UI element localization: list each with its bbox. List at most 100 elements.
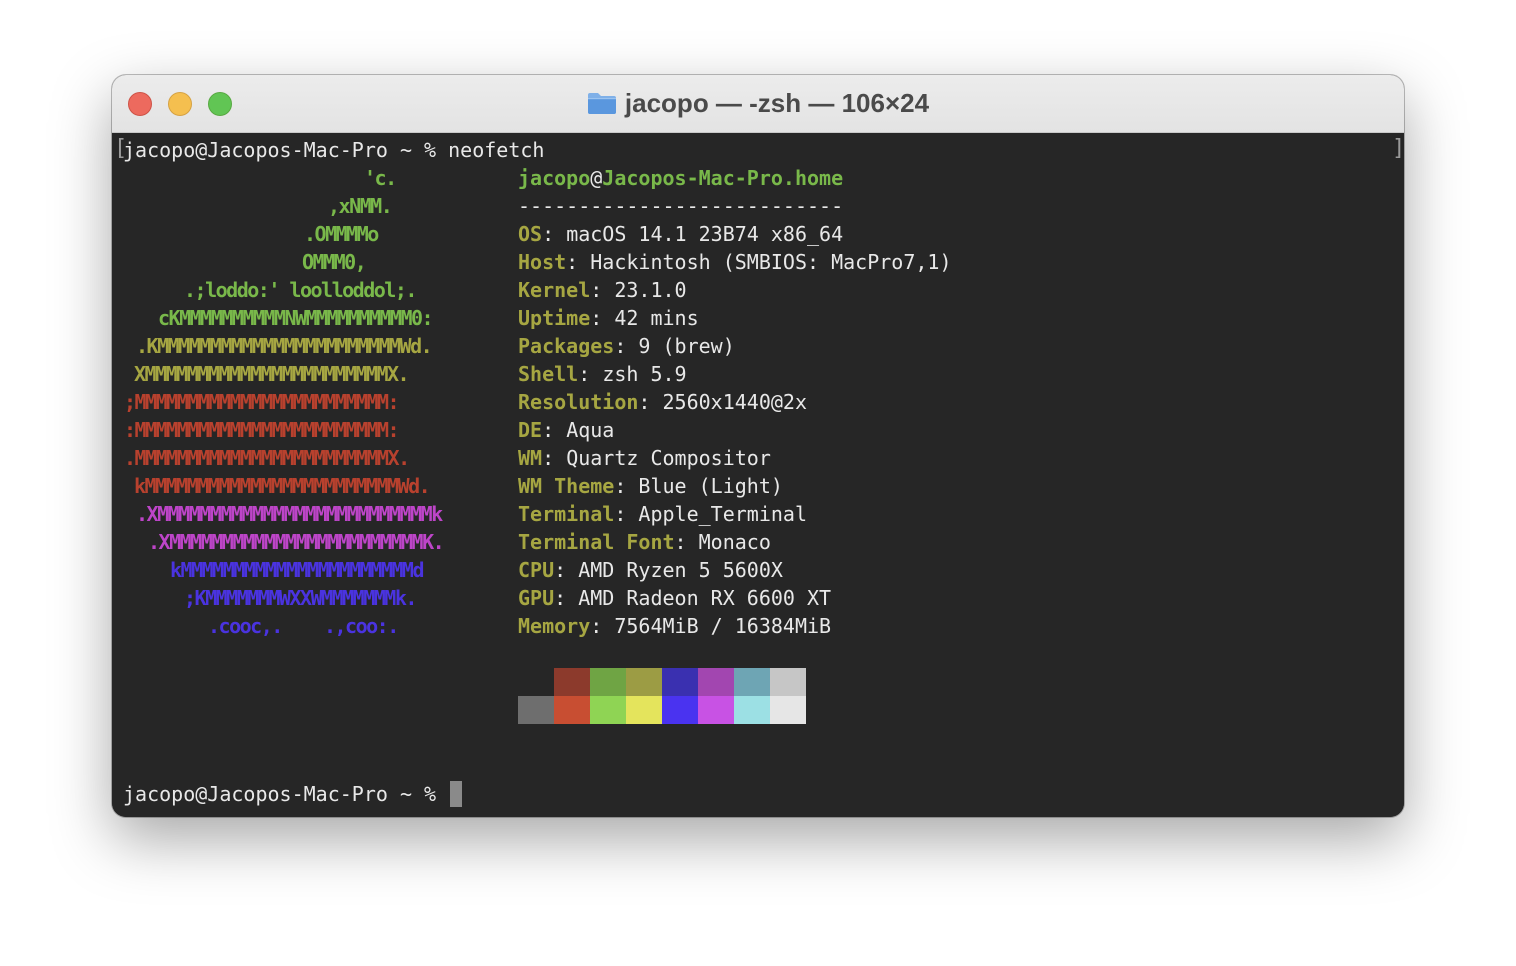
info-line: Host: Hackintosh (SMBIOS: MacPro7,1) (518, 248, 952, 276)
palette-swatch-normal-5 (698, 668, 734, 696)
ascii-art-row: .XMMMMMMMMMMMMMMMMMMMMMMMMK. (148, 530, 445, 554)
window-title: jacopo — -zsh — 106×24 (624, 88, 930, 118)
info-key: Uptime (518, 306, 591, 330)
palette-swatch-bright-2 (590, 696, 626, 724)
text-cursor (450, 781, 463, 807)
info-value: Apple_Terminal (638, 502, 807, 526)
ascii-art-row: cKMMMMMMMMMMNWMMMMMMMMMM0: (158, 306, 434, 330)
info-value: Hackintosh (SMBIOS: MacPro7,1) (590, 250, 952, 274)
info-value: AMD Ryzen 5 5600X (578, 558, 783, 582)
info-value: 23.1.0 (614, 278, 687, 302)
window-title-container: jacopo — -zsh — 106×24 (112, 87, 1404, 119)
info-key-separator: : (614, 474, 639, 498)
ascii-art-row: :MMMMMMMMMMMMMMMMMMMMMMMM: (124, 418, 400, 442)
info-value: Blue (Light) (638, 474, 783, 498)
ascii-art-row: 'c. (364, 166, 397, 190)
palette-swatch-bright-6 (734, 696, 770, 724)
info-key: Resolution (518, 390, 639, 414)
info-key-separator: : (554, 586, 579, 610)
info-key: OS (518, 222, 543, 246)
command-text: neofetch (448, 138, 545, 162)
info-key-separator: : (578, 362, 603, 386)
ascii-art-row: kMMMMMMMMMMMMMMMMMMMMMMMMWd. (134, 474, 431, 498)
info-line: CPU: AMD Ryzen 5 5600X (518, 556, 783, 584)
ascii-art-row: ,xNMM. (328, 194, 393, 218)
final-prompt-line[interactable]: jacopo@Jacopos-Mac-Pro ~ % (123, 780, 463, 808)
ascii-art-row: .MMMMMMMMMMMMMMMMMMMMMMMMX. (124, 446, 410, 470)
palette-swatch-normal-7 (770, 668, 806, 696)
info-key: DE (518, 418, 543, 442)
ascii-art-row: .OMMMMo (304, 222, 379, 246)
palette-swatch-normal-6 (734, 668, 770, 696)
info-key-separator: : (566, 250, 591, 274)
ascii-art-row: OMMM0, (302, 250, 367, 274)
info-key: Terminal (518, 502, 615, 526)
palette-swatch-bright-7 (770, 696, 806, 724)
info-value: Aqua (566, 418, 615, 442)
palette-swatch-bright-3 (626, 696, 662, 724)
ascii-art-row: ;KMMMMMMMWXXWMMMMMMMk. (184, 586, 417, 610)
info-line: Shell: zsh 5.9 (518, 360, 687, 388)
ascii-art-row: .;loddo:' loolloddol;. (184, 278, 417, 302)
info-key-separator: : (590, 278, 615, 302)
palette-swatch-normal-4 (662, 668, 698, 696)
info-key-separator: : (542, 446, 567, 470)
info-line: Memory: 7564MiB / 16384MiB (518, 612, 831, 640)
info-line: Terminal: Apple_Terminal (518, 500, 807, 528)
info-key-separator: : (542, 418, 567, 442)
username: jacopo (518, 166, 591, 190)
info-line: DE: Aqua (518, 416, 614, 444)
info-key: Packages (518, 334, 615, 358)
palette-swatch-bright-0 (518, 696, 554, 724)
command-line: jacopo@Jacopos-Mac-Pro ~ % neofetch (123, 136, 544, 164)
info-line: Terminal Font: Monaco (518, 528, 771, 556)
info-line: OS: macOS 14.1 23B74 x86_64 (518, 220, 843, 248)
palette-swatch-normal-0 (518, 668, 554, 696)
info-key: Terminal Font (518, 530, 675, 554)
info-value: zsh 5.9 (602, 362, 687, 386)
info-value: 9 (brew) (638, 334, 735, 358)
ascii-art-row: ;MMMMMMMMMMMMMMMMMMMMMMMM: (124, 390, 400, 414)
final-prompt: jacopo@Jacopos-Mac-Pro ~ % (123, 782, 449, 806)
info-value: 2560x1440@2x (662, 390, 808, 414)
palette-swatch-normal-2 (590, 668, 626, 696)
info-line: Uptime: 42 mins (518, 304, 699, 332)
info-key: Kernel (518, 278, 591, 302)
info-value: 42 mins (614, 306, 699, 330)
info-key: WM Theme (518, 474, 615, 498)
at-sign: @ (590, 166, 603, 190)
palette-swatch-normal-3 (626, 668, 662, 696)
info-value: macOS 14.1 23B74 x86_64 (566, 222, 844, 246)
info-value: 7564MiB / 16384MiB (614, 614, 832, 638)
info-line: WM: Quartz Compositor (518, 444, 771, 472)
folder-icon (587, 91, 617, 115)
palette-swatch-bright-1 (554, 696, 590, 724)
ascii-art-row: XMMMMMMMMMMMMMMMMMMMMMMMX. (134, 362, 410, 386)
hostname: Jacopos-Mac-Pro.home (602, 166, 844, 190)
separator-line: --------------------------- (518, 194, 844, 218)
info-value: Monaco (698, 530, 771, 554)
right-bracket: ] (1392, 136, 1404, 161)
info-line: Packages: 9 (brew) (518, 332, 735, 360)
info-key-separator: : (674, 530, 699, 554)
color-palette (518, 668, 806, 724)
info-key: GPU (518, 586, 555, 610)
info-line: GPU: AMD Radeon RX 6600 XT (518, 584, 831, 612)
info-value: AMD Radeon RX 6600 XT (578, 586, 832, 610)
ascii-art-row: .KMMMMMMMMMMMMMMMMMMMMMMMWd. (136, 334, 433, 358)
title-bar[interactable]: jacopo — -zsh — 106×24 (112, 75, 1404, 133)
info-value: Quartz Compositor (566, 446, 771, 470)
info-key-separator: : (542, 222, 567, 246)
info-key-separator: : (638, 390, 663, 414)
info-key-separator: : (614, 334, 639, 358)
ascii-art-row: .XMMMMMMMMMMMMMMMMMMMMMMMMMMk (136, 502, 443, 526)
info-key-separator: : (590, 306, 615, 330)
info-line: Resolution: 2560x1440@2x (518, 388, 807, 416)
info-key: WM (518, 446, 543, 470)
palette-swatch-bright-5 (698, 696, 734, 724)
user-host-line: jacopo@Jacopos-Mac-Pro.home (518, 164, 843, 192)
terminal-content[interactable]: [ ] jacopo@Jacopos-Mac-Pro ~ % neofetch … (112, 133, 1404, 817)
palette-swatch-bright-4 (662, 696, 698, 724)
terminal-window[interactable]: jacopo — -zsh — 106×24 [ ] jacopo@Jacopo… (112, 75, 1404, 817)
ascii-art-row: .cooc,. .,coo:. (208, 614, 399, 638)
